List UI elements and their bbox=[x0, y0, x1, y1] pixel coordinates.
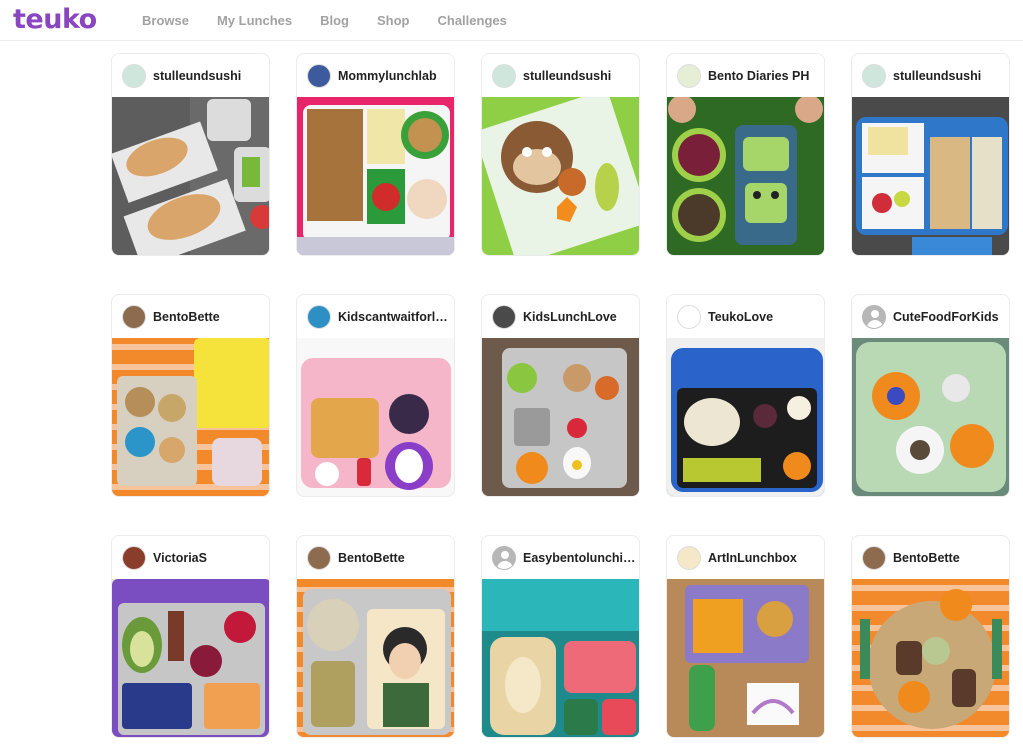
user-avatar[interactable] bbox=[677, 304, 701, 329]
lunch-photo[interactable] bbox=[112, 579, 269, 737]
teuko-logo[interactable]: teuko bbox=[13, 4, 97, 36]
card-author[interactable]: CuteFoodForKids bbox=[852, 295, 1009, 338]
default-avatar-icon[interactable] bbox=[492, 545, 516, 570]
card-author[interactable]: VictoriaS bbox=[112, 536, 269, 579]
lunch-card[interactable]: Kidscantwaitforlunch bbox=[296, 294, 455, 497]
card-author[interactable]: Easybentolunchideas bbox=[482, 536, 639, 579]
lunch-photo[interactable] bbox=[852, 579, 1009, 737]
nav-blog[interactable]: Blog bbox=[320, 12, 349, 29]
card-author[interactable]: BentoBette bbox=[852, 536, 1009, 579]
lunch-card[interactable]: BentoBette bbox=[111, 294, 270, 497]
lunch-photo[interactable] bbox=[297, 579, 454, 737]
user-avatar[interactable] bbox=[677, 545, 701, 570]
author-username[interactable]: BentoBette bbox=[338, 551, 405, 565]
lunch-photo[interactable] bbox=[852, 338, 1009, 496]
lunch-photo[interactable] bbox=[482, 579, 639, 737]
lunch-photo[interactable] bbox=[112, 338, 269, 496]
lunch-card[interactable]: stulleundsushi bbox=[111, 53, 270, 256]
author-username[interactable]: stulleundsushi bbox=[523, 69, 611, 83]
card-author[interactable]: stulleundsushi bbox=[482, 54, 639, 97]
card-author[interactable]: stulleundsushi bbox=[852, 54, 1009, 97]
card-author[interactable]: BentoBette bbox=[297, 536, 454, 579]
lunch-card[interactable]: stulleundsushi bbox=[851, 53, 1010, 256]
author-username[interactable]: VictoriaS bbox=[153, 551, 207, 565]
author-username[interactable]: stulleundsushi bbox=[153, 69, 241, 83]
author-username[interactable]: Easybentolunchideas bbox=[523, 551, 639, 565]
card-author[interactable]: Bento Diaries PH bbox=[667, 54, 824, 97]
user-avatar[interactable] bbox=[307, 304, 331, 329]
user-avatar[interactable] bbox=[492, 63, 516, 88]
lunch-photo[interactable] bbox=[482, 97, 639, 255]
author-username[interactable]: ArtInLunchbox bbox=[708, 551, 797, 565]
card-author[interactable]: TeukoLove bbox=[667, 295, 824, 338]
user-avatar[interactable] bbox=[122, 304, 146, 329]
nav-my-lunches[interactable]: My Lunches bbox=[217, 12, 292, 29]
author-username[interactable]: BentoBette bbox=[153, 310, 220, 324]
lunch-photo[interactable] bbox=[852, 97, 1009, 255]
user-avatar[interactable] bbox=[307, 545, 331, 570]
lunch-photo[interactable] bbox=[482, 338, 639, 496]
user-avatar[interactable] bbox=[862, 63, 886, 88]
main-nav: Browse My Lunches Blog Shop Challenges bbox=[142, 12, 507, 29]
user-avatar[interactable] bbox=[122, 545, 146, 570]
author-username[interactable]: TeukoLove bbox=[708, 310, 773, 324]
author-username[interactable]: BentoBette bbox=[893, 551, 960, 565]
lunch-card[interactable]: VictoriaS bbox=[111, 535, 270, 738]
card-author[interactable]: KidsLunchLove bbox=[482, 295, 639, 338]
author-username[interactable]: Kidscantwaitforlunch bbox=[338, 310, 454, 324]
lunch-photo[interactable] bbox=[297, 97, 454, 255]
author-username[interactable]: Bento Diaries PH bbox=[708, 69, 809, 83]
lunch-photo[interactable] bbox=[297, 338, 454, 496]
lunch-card[interactable]: BentoBette bbox=[296, 535, 455, 738]
lunch-photo[interactable] bbox=[667, 338, 824, 496]
nav-browse[interactable]: Browse bbox=[142, 12, 189, 29]
author-username[interactable]: stulleundsushi bbox=[893, 69, 981, 83]
lunch-card[interactable]: CuteFoodForKids bbox=[851, 294, 1010, 497]
card-author[interactable]: stulleundsushi bbox=[112, 54, 269, 97]
card-author[interactable]: Mommylunchlab bbox=[297, 54, 454, 97]
user-avatar[interactable] bbox=[492, 304, 516, 329]
lunch-photo[interactable] bbox=[112, 97, 269, 255]
top-navigation-bar: teuko Browse My Lunches Blog Shop Challe… bbox=[0, 0, 1023, 41]
author-username[interactable]: CuteFoodForKids bbox=[893, 310, 999, 324]
card-author[interactable]: Kidscantwaitforlunch bbox=[297, 295, 454, 338]
lunch-card[interactable]: BentoBette bbox=[851, 535, 1010, 738]
user-avatar[interactable] bbox=[677, 63, 701, 88]
lunch-card[interactable]: Easybentolunchideas bbox=[481, 535, 640, 738]
user-avatar[interactable] bbox=[307, 63, 331, 88]
card-author[interactable]: ArtInLunchbox bbox=[667, 536, 824, 579]
lunch-card[interactable]: stulleundsushi bbox=[481, 53, 640, 256]
card-author[interactable]: BentoBette bbox=[112, 295, 269, 338]
default-avatar-icon[interactable] bbox=[862, 304, 886, 329]
author-username[interactable]: KidsLunchLove bbox=[523, 310, 617, 324]
user-avatar[interactable] bbox=[122, 63, 146, 88]
lunch-photo[interactable] bbox=[667, 97, 824, 255]
lunch-grid: stulleundsushi Mommylunchlab stulleundsush… bbox=[111, 53, 1010, 738]
author-username[interactable]: Mommylunchlab bbox=[338, 69, 437, 83]
lunch-card[interactable]: Bento Diaries PH bbox=[666, 53, 825, 256]
nav-challenges[interactable]: Challenges bbox=[437, 12, 506, 29]
nav-shop[interactable]: Shop bbox=[377, 12, 410, 29]
user-avatar[interactable] bbox=[862, 545, 886, 570]
lunch-card[interactable]: KidsLunchLove bbox=[481, 294, 640, 497]
lunch-card[interactable]: Mommylunchlab bbox=[296, 53, 455, 256]
lunch-card[interactable]: ArtInLunchbox bbox=[666, 535, 825, 738]
lunch-card[interactable]: TeukoLove bbox=[666, 294, 825, 497]
lunch-photo[interactable] bbox=[667, 579, 824, 737]
